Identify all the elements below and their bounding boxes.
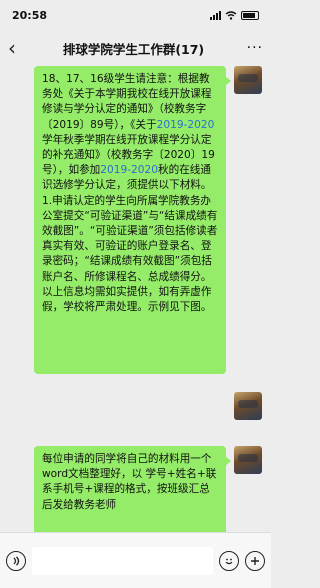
status-bar: 20:58 — [0, 0, 271, 30]
signal-icon — [210, 10, 221, 20]
message-input[interactable] — [32, 546, 213, 575]
message-text: 每位申请的同学将自己的材料用一个word文档整理好，以 学号+姓名+联系手机号+… — [42, 453, 217, 511]
emoji-icon[interactable] — [219, 550, 239, 571]
more-icon[interactable]: ··· — [239, 40, 263, 56]
plus-icon[interactable] — [245, 550, 265, 571]
avatar[interactable] — [234, 446, 262, 474]
wifi-icon — [225, 10, 237, 20]
avatar[interactable] — [234, 66, 262, 94]
message-text: 秋的在线通识选修学分认定，须提供以下材料。 1.申请认定的学生向所属学院教务办公… — [42, 164, 218, 314]
status-time: 20:58 — [12, 8, 48, 22]
back-arrow-icon[interactable]: ‹ — [8, 36, 28, 60]
chat-header: ‹ 排球学院学生工作群(17) ··· — [0, 30, 271, 66]
battery-icon — [241, 10, 259, 20]
avatar[interactable] — [234, 392, 262, 420]
message-link[interactable]: 2019-2020 — [157, 119, 215, 131]
status-icons — [210, 10, 259, 20]
message-link[interactable]: 2019-2020 — [100, 164, 158, 176]
input-bar — [0, 532, 271, 588]
chat-title: 排球学院学生工作群(17) — [62, 41, 205, 57]
message-bubble[interactable]: 18、17、16级学生请注意：根据教务处《关于本学期我校在线开放课程修读与学分认… — [34, 66, 231, 374]
message-bubble[interactable]: 每位申请的同学将自己的材料用一个word文档整理好，以 学号+姓名+联系手机号+… — [34, 446, 231, 532]
voice-icon[interactable] — [6, 550, 26, 571]
chat-area[interactable]: 18、17、16级学生请注意：根据教务处《关于本学期我校在线开放课程修读与学分认… — [0, 66, 271, 532]
